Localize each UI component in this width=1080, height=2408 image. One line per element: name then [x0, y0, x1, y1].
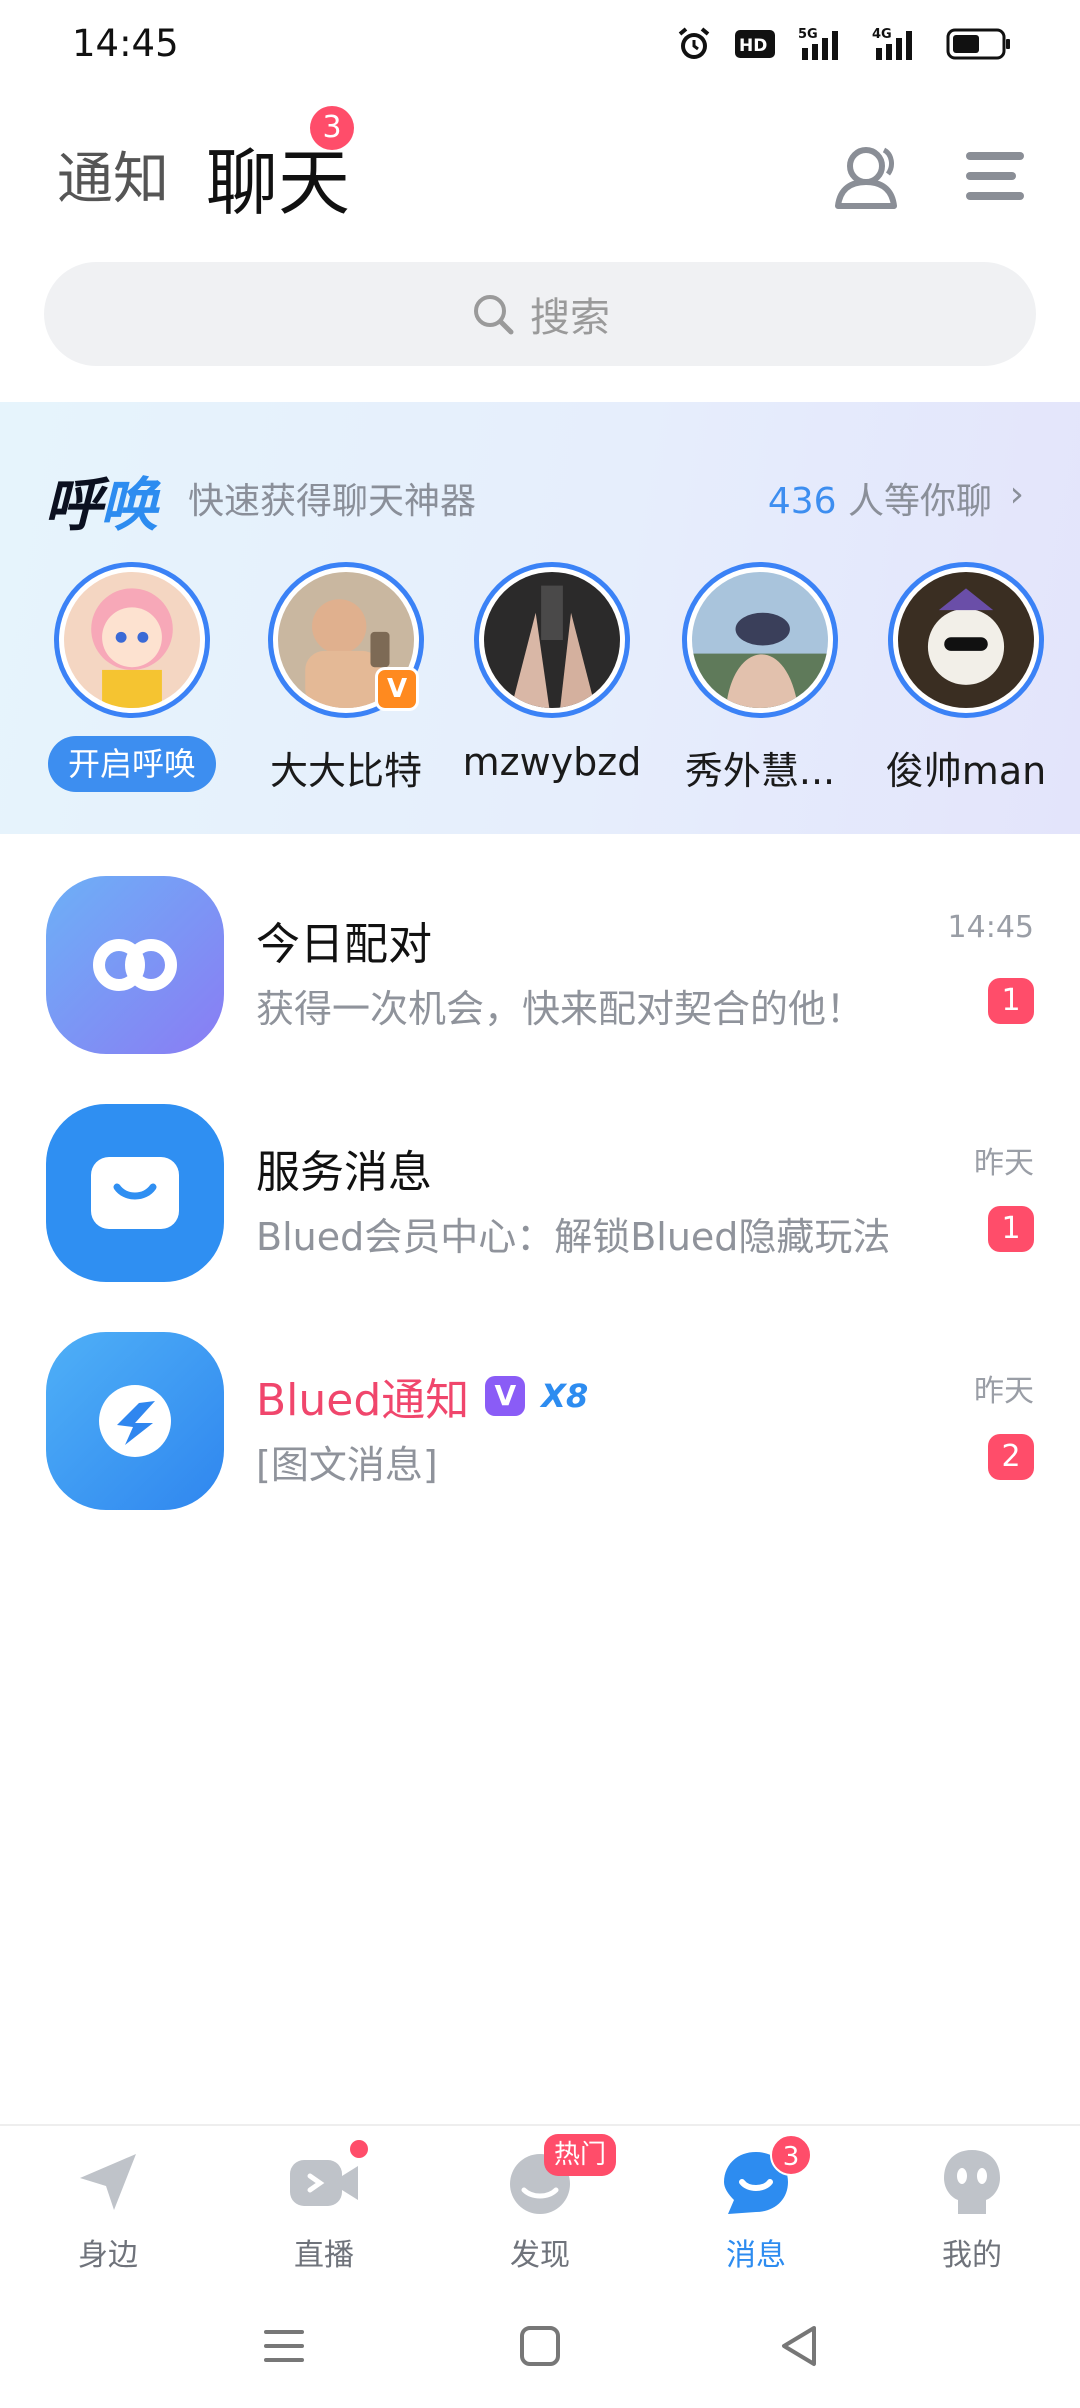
- unread-badge: 1: [988, 1206, 1034, 1252]
- match-icon: [46, 876, 224, 1054]
- nav-label: 发现: [510, 2238, 570, 2273]
- nav-item-discover[interactable]: 热门 发现: [432, 2134, 648, 2274]
- call-user-item[interactable]: 俊帅man: [866, 562, 1066, 795]
- message-icon: 3: [718, 2134, 812, 2220]
- user-name: 秀外慧...: [684, 749, 836, 793]
- menu-icon[interactable]: [956, 136, 1036, 216]
- user-name: 大大比特: [269, 749, 422, 793]
- call-user-item[interactable]: mzwybzd: [452, 562, 652, 784]
- conversation-item[interactable]: Blued通知 V X8 [图文消息] 昨天 2: [0, 1322, 1080, 1550]
- home-square-icon[interactable]: [512, 2318, 568, 2374]
- conversation-time: 昨天: [974, 1146, 1034, 1181]
- user-photo-image: [898, 572, 1034, 708]
- svg-text:5G: 5G: [798, 27, 818, 42]
- conversation-time: 昨天: [974, 1374, 1034, 1409]
- battery-icon: [946, 28, 1010, 60]
- message-list: 今日配对 获得一次机会，快来配对契合的他！ 14:45 1 服务消息 Blued…: [0, 866, 1080, 1550]
- conversation-preview: Blued会员中心：解锁Blued隐藏玩法: [256, 1215, 891, 1259]
- open-call-button[interactable]: 开启呼唤: [47, 736, 216, 792]
- user-photo-image: [484, 572, 620, 708]
- nav-label: 身边: [78, 2238, 138, 2273]
- nav-item-profile[interactable]: 我的: [864, 2144, 1080, 2274]
- search-placeholder: 搜索: [530, 295, 610, 341]
- call-user-item[interactable]: 秀外慧...: [660, 562, 860, 795]
- nav-label: 我的: [942, 2238, 1002, 2273]
- bottom-nav: 身边 直播 热门 发现 3 消息 我的: [0, 2124, 1080, 2284]
- signal-4g-icon: 4G: [872, 27, 912, 60]
- blued-notice-icon: [46, 1332, 224, 1510]
- unread-badge: 1: [988, 978, 1034, 1024]
- screen: 14:45 HD 5G 4G 通知 聊天 3 搜索 呼唤 快速获得聊天神器 43…: [0, 0, 1080, 2408]
- conversation-time: 14:45: [947, 910, 1034, 945]
- call-self-item[interactable]: 开启呼唤: [32, 562, 232, 792]
- call-logo-part2: 唤: [100, 471, 158, 539]
- conversation-preview: [图文消息]: [256, 1443, 438, 1487]
- system-nav-bar: [0, 2284, 1080, 2408]
- nav-item-nearby[interactable]: 身边: [0, 2144, 216, 2274]
- vip-level-icon: X8: [541, 1377, 589, 1415]
- status-bar: 14:45 HD 5G 4G: [0, 0, 1080, 96]
- chevron-right-icon[interactable]: ›: [1010, 474, 1024, 515]
- conversation-item[interactable]: 服务消息 Blued会员中心：解锁Blued隐藏玩法 昨天 1: [0, 1094, 1080, 1322]
- hot-badge: 热门: [544, 2134, 617, 2176]
- call-waiting-count[interactable]: 436 人等你聊: [768, 472, 992, 524]
- user-avatar[interactable]: [888, 562, 1044, 718]
- live-dot-badge: [350, 2140, 368, 2158]
- unread-badge: 2: [988, 1434, 1034, 1480]
- header: 通知 聊天 3: [0, 106, 1080, 230]
- nav-label: 消息: [726, 2238, 786, 2273]
- call-logo: 呼唤: [44, 458, 158, 542]
- user-name: mzwybzd: [462, 740, 642, 784]
- status-time: 14:45: [72, 22, 179, 65]
- contacts-icon[interactable]: [826, 136, 906, 216]
- signal-5g-icon: 5G: [798, 27, 838, 60]
- call-user-item[interactable]: V 大大比特: [246, 562, 446, 795]
- message-unread-badge: 3: [770, 2134, 812, 2176]
- conversation-title: Blued通知 V X8: [256, 1364, 588, 1428]
- conversation-title-text: 服务消息: [256, 1147, 432, 1198]
- conversation-title: 今日配对: [256, 908, 432, 972]
- service-icon: [46, 1104, 224, 1282]
- nav-item-live[interactable]: 直播: [216, 2140, 432, 2274]
- call-count-suffix: 人等你聊: [847, 481, 992, 522]
- hd-icon: HD: [735, 30, 775, 58]
- nearby-icon: [70, 2144, 146, 2220]
- conversation-preview: 获得一次机会，快来配对契合的他！: [256, 987, 865, 1031]
- search-icon: [474, 295, 514, 335]
- live-icon: [286, 2140, 368, 2220]
- nav-item-messages[interactable]: 3 消息: [648, 2134, 864, 2274]
- user-photo-image: [692, 572, 828, 708]
- conversation-title-text: Blued通知: [256, 1375, 470, 1426]
- discover-icon: 热门: [502, 2134, 617, 2220]
- call-banner: 呼唤 快速获得聊天神器 436 人等你聊 › 开启呼唤 V 大大比特 mzwyb…: [0, 402, 1080, 834]
- user-avatar[interactable]: [474, 562, 630, 718]
- self-avatar[interactable]: [54, 562, 210, 718]
- conversation-item[interactable]: 今日配对 获得一次机会，快来配对契合的他！ 14:45 1: [0, 866, 1080, 1094]
- call-count-number: 436: [767, 481, 837, 522]
- user-avatar[interactable]: V: [268, 562, 424, 718]
- svg-text:4G: 4G: [872, 27, 892, 42]
- menu-lines-icon[interactable]: [256, 2318, 312, 2374]
- verified-v-icon: V: [485, 1376, 526, 1416]
- call-subtitle: 快速获得聊天神器: [188, 481, 477, 522]
- status-icons: HD 5G 4G: [676, 26, 1012, 62]
- verified-badge-icon: V: [375, 667, 419, 711]
- conversation-title: 服务消息: [256, 1136, 432, 1200]
- tab-notice[interactable]: 通知: [57, 134, 169, 215]
- back-triangle-icon[interactable]: [772, 2318, 828, 2374]
- search-input[interactable]: 搜索: [44, 262, 1036, 366]
- nav-label: 直播: [294, 2238, 354, 2273]
- conversation-title-text: 今日配对: [256, 919, 432, 970]
- user-name: 俊帅man: [885, 749, 1047, 793]
- user-avatar[interactable]: [682, 562, 838, 718]
- call-logo-part1: 呼: [44, 471, 102, 539]
- profile-icon: [934, 2144, 1010, 2220]
- chat-unread-badge: 3: [310, 106, 354, 150]
- anime-avatar-image: [64, 572, 200, 708]
- call-avatar-row: 开启呼唤 V 大大比特 mzwybzd 秀外慧... 俊帅man: [0, 562, 1080, 822]
- svg-text:HD: HD: [739, 36, 767, 56]
- alarm-icon: [678, 27, 710, 59]
